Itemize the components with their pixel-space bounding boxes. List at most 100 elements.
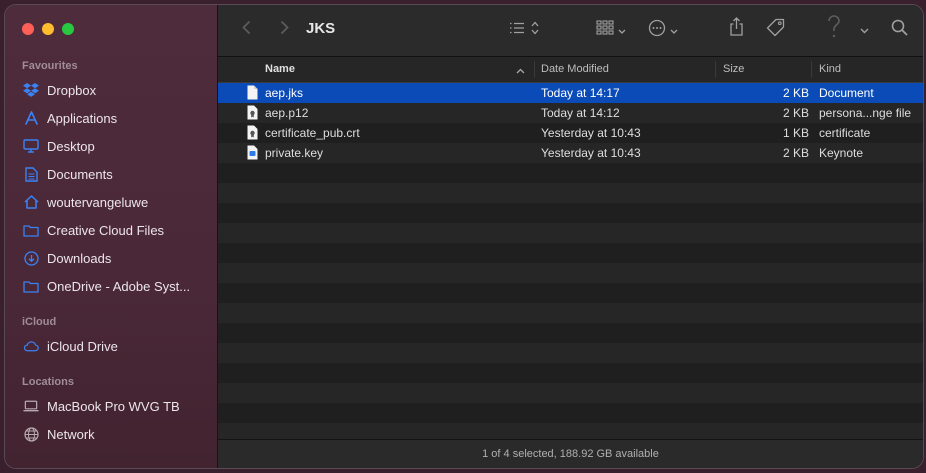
- empty-row: [218, 363, 923, 383]
- sidebar-item-documents[interactable]: Documents: [15, 161, 211, 187]
- file-browser: JKS Name Date Modified Size Kind aep.jks…: [218, 5, 923, 468]
- applications-icon: [23, 110, 39, 126]
- empty-row: [218, 343, 923, 363]
- certificate-file-icon: [247, 105, 258, 120]
- column-kind[interactable]: Kind: [819, 63, 841, 75]
- sidebar-item-onedrive[interactable]: OneDrive - Adobe Syst...: [15, 273, 211, 299]
- file-kind: Document: [819, 86, 874, 100]
- folder-icon: [23, 222, 39, 238]
- back-button[interactable]: [238, 20, 254, 40]
- sidebar-item-macbook[interactable]: MacBook Pro WVG TB: [15, 393, 211, 419]
- folder-icon: [23, 278, 39, 294]
- sidebar-item-label: Network: [47, 426, 95, 442]
- window-controls: [22, 23, 74, 35]
- sidebar-item-icloud-drive[interactable]: iCloud Drive: [15, 333, 211, 359]
- list-view-icon: [509, 21, 525, 39]
- sidebar-item-network[interactable]: Network: [15, 421, 211, 447]
- group-by-button[interactable]: [594, 20, 628, 40]
- tags-button[interactable]: [764, 18, 786, 42]
- column-name[interactable]: Name: [265, 63, 295, 75]
- search-button[interactable]: [889, 19, 909, 40]
- share-icon: [729, 17, 744, 41]
- sidebar-item-label: Dropbox: [47, 82, 97, 98]
- sidebar-item-dropbox[interactable]: Dropbox: [15, 77, 211, 103]
- question-icon: [827, 14, 841, 44]
- sidebar-item-label: MacBook Pro WVG TB: [47, 398, 180, 414]
- sidebar-item-label: OneDrive - Adobe Syst...: [47, 278, 191, 294]
- empty-row: [218, 403, 923, 423]
- sidebar-item-label: Applications: [47, 110, 118, 126]
- minimize-button[interactable]: [42, 23, 54, 35]
- globe-icon: [23, 426, 39, 442]
- sort-arrows-icon: [531, 21, 539, 40]
- sidebar-item-downloads[interactable]: Downloads: [15, 245, 211, 271]
- keynote-file-icon: [247, 145, 258, 160]
- column-date-modified[interactable]: Date Modified: [541, 63, 609, 75]
- file-kind: Keynote: [819, 146, 864, 160]
- file-row-aep-jks[interactable]: aep.jks Today at 14:17 2 KB Document: [218, 83, 923, 103]
- sidebar-item-applications[interactable]: Applications: [15, 105, 211, 131]
- file-date: Yesterday at 10:43: [541, 146, 641, 160]
- locations-heading: Locations: [22, 376, 74, 388]
- file-name: aep.jks: [265, 86, 304, 100]
- view-options-button[interactable]: [506, 21, 542, 39]
- laptop-icon: [23, 398, 39, 414]
- file-row-aep-p12[interactable]: aep.p12 Today at 14:12 2 KB persona...ng…: [218, 103, 923, 123]
- column-size[interactable]: Size: [723, 63, 744, 75]
- toolbar: JKS: [218, 5, 923, 57]
- sidebar-item-label: iCloud Drive: [47, 338, 118, 354]
- sidebar-item-label: Creative Cloud Files: [47, 222, 165, 238]
- sidebar-item-home[interactable]: woutervangeluwe: [15, 189, 211, 215]
- chevron-down-icon: [860, 21, 869, 39]
- file-size: 2 KB: [782, 106, 809, 120]
- tag-icon: [766, 18, 785, 42]
- file-date: Yesterday at 10:43: [541, 126, 641, 140]
- file-date: Today at 14:17: [541, 86, 620, 100]
- file-name: certificate_pub.crt: [265, 126, 360, 140]
- sidebar-item-label: Desktop: [47, 138, 95, 154]
- file-kind: certificate: [819, 126, 871, 140]
- finder-window: Favourites Dropbox Applications Desktop …: [4, 4, 924, 469]
- sidebar-item-label: woutervangeluwe: [47, 194, 149, 210]
- zoom-button[interactable]: [62, 23, 74, 35]
- empty-row: [218, 303, 923, 323]
- file-kind: persona...nge file: [819, 106, 912, 120]
- desktop-icon: [23, 138, 39, 154]
- sidebar-item-label: Downloads: [47, 250, 112, 266]
- action-menu-button[interactable]: [646, 19, 680, 40]
- forward-button[interactable]: [276, 20, 292, 39]
- cloud-icon: [23, 338, 39, 354]
- file-name: aep.p12: [265, 106, 309, 120]
- dropbox-icon: [23, 82, 39, 98]
- icloud-heading: iCloud: [22, 316, 57, 328]
- chevron-left-icon: [241, 20, 251, 40]
- sidebar-item-desktop[interactable]: Desktop: [15, 133, 211, 159]
- file-row-private-key[interactable]: private.key Yesterday at 10:43 2 KB Keyn…: [218, 143, 923, 163]
- empty-row: [218, 163, 923, 183]
- empty-row: [218, 283, 923, 303]
- file-list: aep.jks Today at 14:17 2 KB Document aep…: [218, 83, 923, 443]
- close-button[interactable]: [22, 23, 34, 35]
- file-row-certificate-pub[interactable]: certificate_pub.crt Yesterday at 10:43 1…: [218, 123, 923, 143]
- status-bar: 1 of 4 selected, 188.92 GB available: [218, 439, 923, 468]
- share-button[interactable]: [727, 17, 745, 41]
- empty-row: [218, 243, 923, 263]
- document-icon: [23, 166, 39, 182]
- home-icon: [23, 194, 39, 210]
- chevron-down-icon: [618, 21, 626, 39]
- window-title: JKS: [306, 20, 336, 37]
- empty-row: [218, 263, 923, 283]
- file-size: 2 KB: [782, 146, 809, 160]
- sidebar-item-label: Documents: [47, 166, 113, 182]
- favourites-heading: Favourites: [22, 60, 78, 72]
- empty-row: [218, 203, 923, 223]
- sidebar-item-creative-cloud-files[interactable]: Creative Cloud Files: [15, 217, 211, 243]
- file-name: private.key: [265, 146, 324, 160]
- file-size: 1 KB: [782, 126, 809, 140]
- download-icon: [23, 250, 39, 266]
- file-size: 2 KB: [782, 86, 809, 100]
- document-icon: [247, 85, 258, 100]
- empty-row: [218, 383, 923, 403]
- help-button[interactable]: [826, 14, 842, 44]
- toolbar-overflow-button[interactable]: [859, 26, 869, 34]
